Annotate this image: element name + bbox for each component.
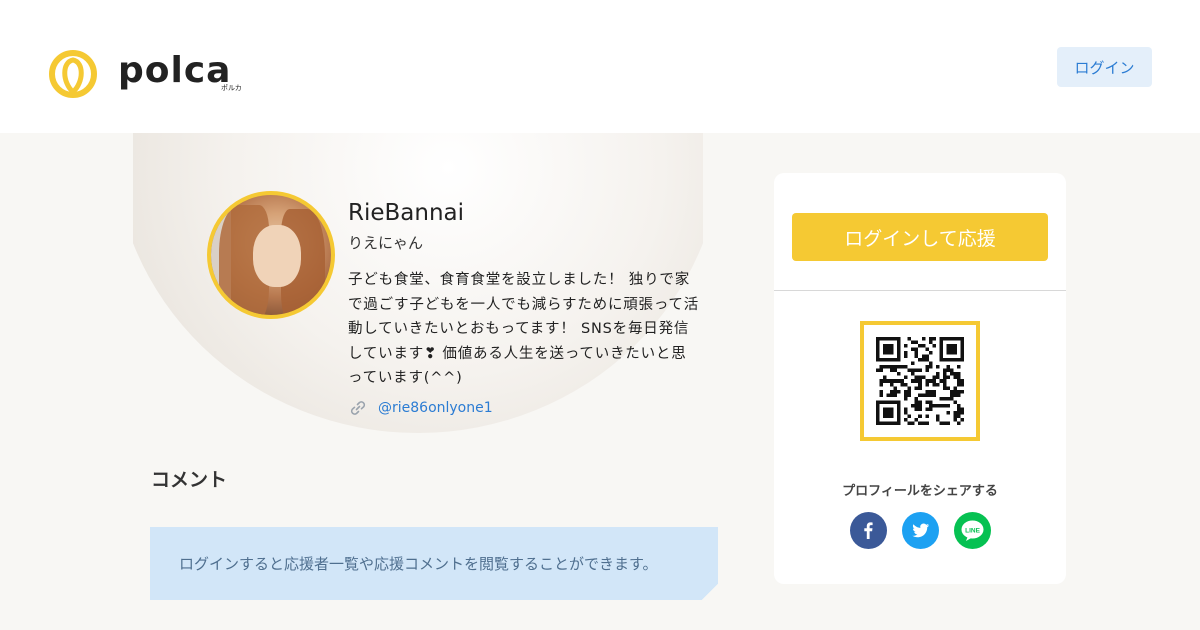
line-share-button[interactable]: LINE xyxy=(954,512,991,549)
site-header: polca ポルカ ログイン xyxy=(0,0,1200,133)
facebook-icon xyxy=(864,522,873,539)
profile-link[interactable]: @rie86onlyone1 xyxy=(348,398,493,418)
profile-name: RieBannai xyxy=(348,200,465,226)
profile-link-text[interactable]: @rie86onlyone1 xyxy=(378,400,493,416)
comment-box-fold xyxy=(702,584,718,600)
facebook-share-button[interactable] xyxy=(850,512,887,549)
comments-login-notice: ログインすると応援者一覧や応援コメントを閲覧することができます。 xyxy=(150,527,718,600)
polca-logo-icon xyxy=(48,48,98,100)
share-label: プロフィールをシェアする xyxy=(842,484,998,499)
twitter-icon xyxy=(912,523,929,538)
comments-notice-text: ログインすると応援者一覧や応援コメントを閲覧することができます。 xyxy=(179,555,658,573)
polca-logo[interactable]: polca ポルカ xyxy=(48,46,248,102)
profile-nickname: りえにゃん xyxy=(348,234,424,252)
comments-heading: コメント xyxy=(151,469,228,491)
login-button[interactable]: ログイン xyxy=(1057,47,1152,87)
line-icon: LINE xyxy=(961,520,984,541)
profile-qr-code xyxy=(860,321,980,441)
logo-text: polca xyxy=(118,49,232,91)
profile-bio: 子ども食堂、食育食堂を設立しました！ 独りで家で過ごす子どもを一人でも減らすため… xyxy=(348,272,700,386)
avatar xyxy=(207,191,335,319)
svg-text:LINE: LINE xyxy=(965,527,980,534)
twitter-share-button[interactable] xyxy=(902,512,939,549)
login-to-support-button[interactable]: ログインして応援 xyxy=(792,213,1048,261)
card-divider xyxy=(774,290,1066,291)
logo-subtext: ポルカ xyxy=(221,84,242,92)
support-card: ログインして応援 プロフィールをシェアする LINE xyxy=(774,173,1066,584)
link-icon xyxy=(350,401,366,415)
